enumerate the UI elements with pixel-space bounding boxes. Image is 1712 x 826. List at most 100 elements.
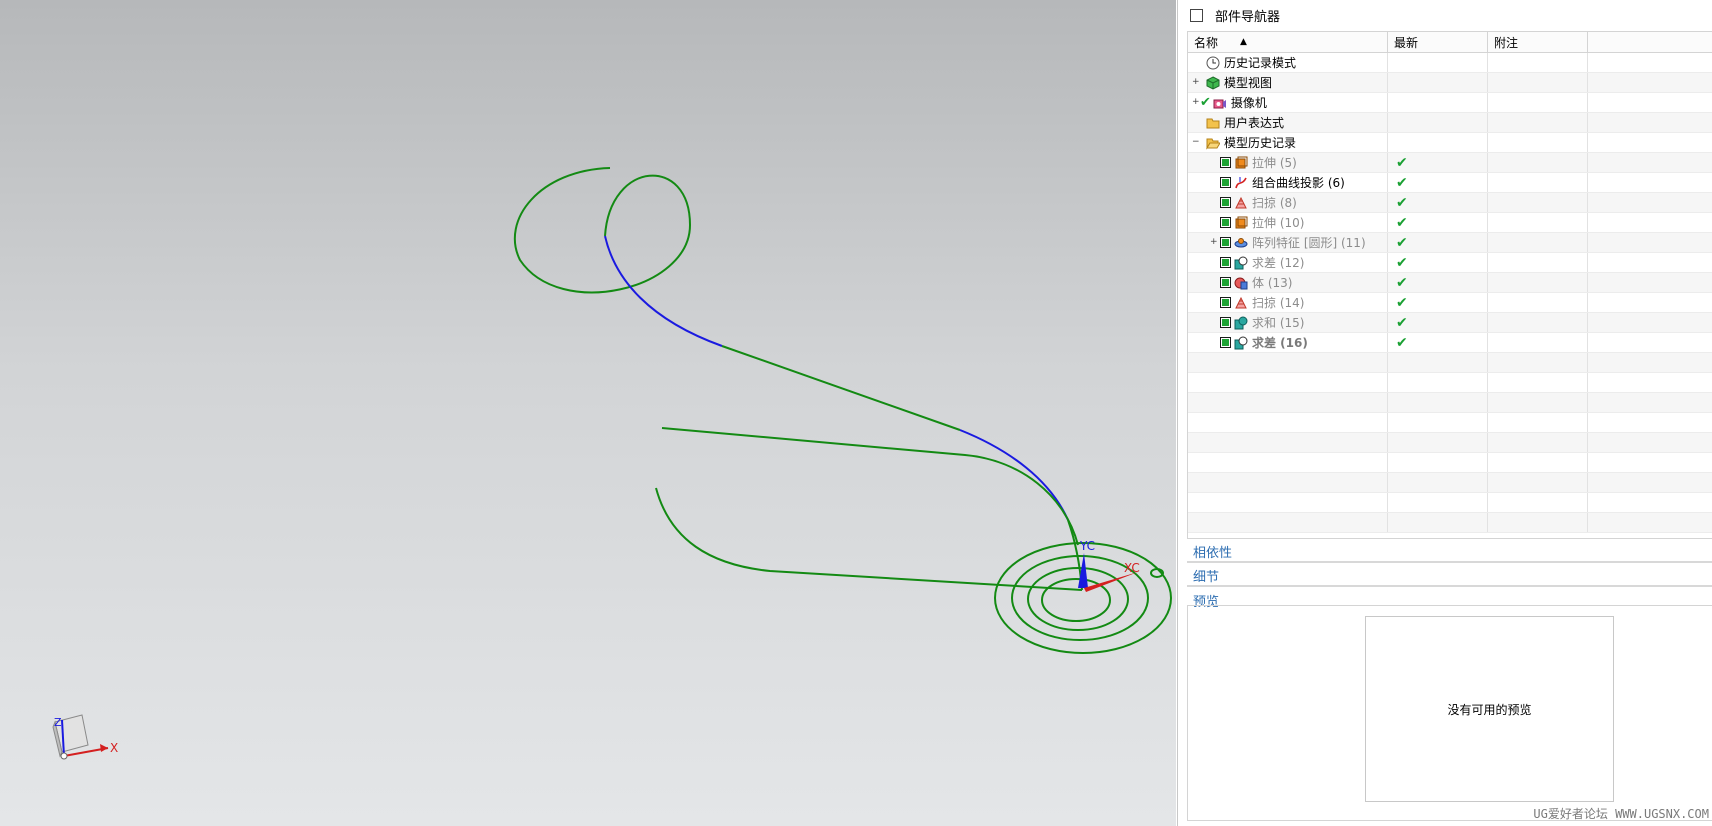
extrude-icon xyxy=(1234,156,1248,170)
sort-ascending-icon: ▲ xyxy=(1240,37,1247,47)
tree-row[interactable]: 扫掠 (8) ✔ xyxy=(1188,193,1712,213)
tree-row-latest: ✔ xyxy=(1388,273,1488,292)
tree-row-name[interactable]: − 模型历史记录 xyxy=(1188,133,1388,152)
tree-row-latest: ✔ xyxy=(1388,253,1488,272)
tree-row-filler xyxy=(1588,313,1712,332)
tree-row-name[interactable]: 拉伸 (5) xyxy=(1188,153,1388,172)
wcs-xc-label: XC xyxy=(1124,561,1140,575)
feature-checkbox[interactable] xyxy=(1220,277,1231,288)
curve-middle[interactable] xyxy=(661,427,1079,546)
panel-details[interactable]: 细节 xyxy=(1187,565,1712,587)
column-name[interactable]: 名称 ▲ xyxy=(1188,32,1388,52)
tree-row-latest xyxy=(1388,73,1488,92)
feature-checkbox[interactable] xyxy=(1220,317,1231,328)
tree-row[interactable]: 扫掠 (14) ✔ xyxy=(1188,293,1712,313)
tree-row-name[interactable]: 求差 (16) xyxy=(1188,333,1388,352)
curve-highlight-segment-2[interactable] xyxy=(959,429,1069,521)
tree-row-name[interactable]: 用户表达式 xyxy=(1188,113,1388,132)
tree-cell-empty xyxy=(1188,473,1388,492)
tree-row[interactable]: 求和 (15) ✔ xyxy=(1188,313,1712,333)
tree-cell-empty xyxy=(1488,493,1588,512)
tree-row-name[interactable]: 历史记录模式 xyxy=(1188,53,1388,72)
curve-highlight-segment[interactable] xyxy=(604,235,723,347)
tree-row-name[interactable]: 扫掠 (8) xyxy=(1188,193,1388,212)
feature-checkbox[interactable] xyxy=(1220,337,1231,348)
panel-dependencies[interactable]: 相依性 xyxy=(1187,541,1712,563)
collapse-icon[interactable]: − xyxy=(1192,138,1200,147)
up-to-date-icon: ✔ xyxy=(1396,174,1408,191)
tree-row[interactable]: 求差 (12) ✔ xyxy=(1188,253,1712,273)
tree-row-label: 体 (13) xyxy=(1252,276,1293,290)
tree-row-name[interactable]: 扫掠 (14) xyxy=(1188,293,1388,312)
column-latest[interactable]: 最新 xyxy=(1388,32,1488,52)
tree-row-label: 求和 (15) xyxy=(1252,316,1305,330)
feature-checkbox[interactable] xyxy=(1220,237,1231,248)
tree-row-note xyxy=(1488,233,1588,252)
tree-row-empty xyxy=(1188,493,1712,513)
curve-guide-long[interactable] xyxy=(721,345,961,431)
tree-row-latest xyxy=(1388,133,1488,152)
feature-checkbox[interactable] xyxy=(1220,257,1231,268)
tree-row[interactable]: 拉伸 (5) ✔ xyxy=(1188,153,1712,173)
column-note[interactable]: 附注 xyxy=(1488,32,1588,52)
tree-row-note xyxy=(1488,293,1588,312)
feature-checkbox[interactable] xyxy=(1220,297,1231,308)
tree-row[interactable]: + 阵列特征 [圆形] (11) ✔ xyxy=(1188,233,1712,253)
curve-lower[interactable] xyxy=(655,487,1083,591)
preview-box: 没有可用的预览 xyxy=(1365,616,1614,802)
tree-cell-empty xyxy=(1588,393,1712,412)
tree-row-name[interactable]: + ✔ 摄像机 xyxy=(1188,93,1388,112)
tree-row-note xyxy=(1488,73,1588,92)
tree-row-label: 拉伸 (10) xyxy=(1252,216,1305,230)
expand-icon[interactable]: + xyxy=(1192,78,1200,87)
navigator-tree[interactable]: 名称 ▲ 最新 附注 历史记录模式 + 模型视图 + ✔ 摄像机 用户表达式 − 模型历史记录拉… xyxy=(1187,31,1712,539)
tree-row-name[interactable]: 求差 (12) xyxy=(1188,253,1388,272)
tree-cell-empty xyxy=(1588,513,1712,532)
tree-cell-empty xyxy=(1188,513,1388,532)
navigator-title: 部件导航器 xyxy=(1215,9,1281,25)
feature-checkbox[interactable] xyxy=(1220,157,1231,168)
curve-top-loop[interactable] xyxy=(514,167,692,294)
tree-row[interactable]: 历史记录模式 xyxy=(1188,53,1712,73)
window-restore-icon[interactable] xyxy=(1190,8,1203,22)
tree-row-name[interactable]: 拉伸 (10) xyxy=(1188,213,1388,232)
view-triad[interactable]: X Z xyxy=(52,714,118,760)
tree-row-latest: ✔ xyxy=(1388,213,1488,232)
feature-checkbox[interactable] xyxy=(1220,177,1231,188)
feature-checkbox[interactable] xyxy=(1220,197,1231,208)
tree-cell-empty xyxy=(1388,373,1488,392)
curve-projection-icon xyxy=(1234,176,1248,190)
tree-row[interactable]: 体 (13) ✔ xyxy=(1188,273,1712,293)
tree-row-filler xyxy=(1588,53,1712,72)
tree-row[interactable]: 求差 (16) ✔ xyxy=(1188,333,1712,353)
tree-row[interactable]: + 模型视图 xyxy=(1188,73,1712,93)
tree-row-label: 用户表达式 xyxy=(1224,116,1285,130)
tree-row-filler xyxy=(1588,253,1712,272)
body-icon xyxy=(1234,276,1248,290)
tree-row-empty xyxy=(1188,473,1712,493)
tree-row-latest: ✔ xyxy=(1388,193,1488,212)
tree-row[interactable]: + ✔ 摄像机 xyxy=(1188,93,1712,113)
tree-row[interactable]: 用户表达式 xyxy=(1188,113,1712,133)
tree-row[interactable]: − 模型历史记录 xyxy=(1188,133,1712,153)
expand-icon[interactable]: + xyxy=(1192,98,1200,107)
tree-row-name[interactable]: + 模型视图 xyxy=(1188,73,1388,92)
tree-row-name[interactable]: 体 (13) xyxy=(1188,273,1388,292)
tree-row-filler xyxy=(1588,73,1712,92)
tree-row-name[interactable]: 求和 (15) xyxy=(1188,313,1388,332)
tree-cell-empty xyxy=(1388,393,1488,412)
tree-cell-empty xyxy=(1588,413,1712,432)
expand-icon[interactable]: + xyxy=(1210,238,1218,247)
up-to-date-icon: ✔ xyxy=(1396,194,1408,211)
model-canvas[interactable]: YC XC X Z xyxy=(0,0,1176,826)
tree-cell-empty xyxy=(1488,473,1588,492)
tree-row-name[interactable]: + 阵列特征 [圆形] (11) xyxy=(1188,233,1388,252)
tree-row[interactable]: 组合曲线投影 (6) ✔ xyxy=(1188,173,1712,193)
tree-row-name[interactable]: 组合曲线投影 (6) xyxy=(1188,173,1388,192)
feature-checkbox[interactable] xyxy=(1220,217,1231,228)
tree-row-filler xyxy=(1588,193,1712,212)
graphics-viewport[interactable]: YC XC X Z xyxy=(0,0,1176,826)
tree-row-label: 模型视图 xyxy=(1224,76,1273,90)
model-view-icon xyxy=(1206,75,1220,90)
tree-row[interactable]: 拉伸 (10) ✔ xyxy=(1188,213,1712,233)
